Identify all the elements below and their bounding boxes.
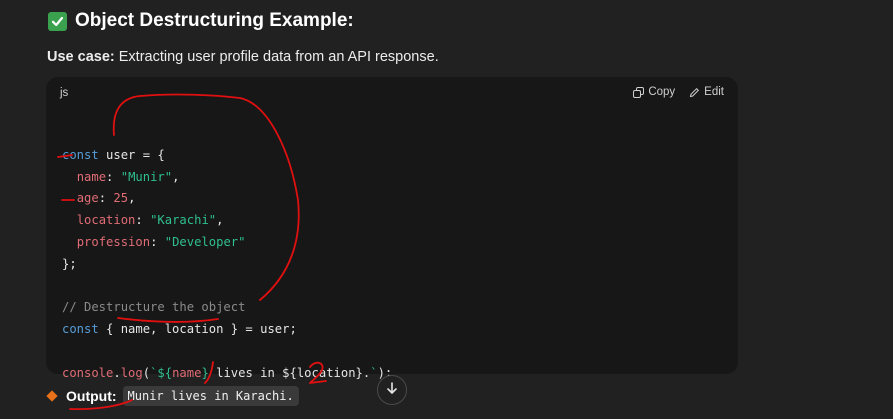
code-token: const: [62, 322, 99, 337]
code-line: profession: "Developer": [62, 232, 392, 254]
code-token: ,: [172, 169, 180, 184]
code-token: ,: [128, 191, 136, 206]
chat-response: Object Destructuring Example: Use case: …: [0, 0, 893, 419]
code-actions: Copy Edit: [633, 86, 724, 98]
code-line: location: "Karachi",: [62, 210, 392, 232]
output-label: Output:: [66, 388, 117, 404]
usecase-description: Extracting user profile data from an API…: [114, 49, 439, 65]
code-token: user = {: [98, 147, 165, 162]
code-token: .: [113, 365, 121, 380]
heading-title: Object Destructuring Example:: [75, 10, 354, 31]
code-token: age: [76, 191, 99, 206]
code-token: log: [120, 365, 143, 380]
code-token: };: [62, 256, 77, 271]
code-token: (: [142, 365, 151, 380]
code-line: // Destructure the object: [62, 297, 392, 319]
section-heading: Object Destructuring Example:: [48, 10, 354, 32]
code-token: "Munir": [120, 169, 173, 184]
code-token: "Developer": [164, 234, 246, 249]
code-token: :: [135, 213, 151, 228]
arrow-down-icon: [385, 381, 399, 400]
code-line: const user = {: [62, 145, 392, 167]
code-token: const: [62, 147, 99, 162]
edit-label: Edit: [704, 86, 724, 98]
code-token: "Karachi": [150, 213, 217, 228]
output-line: Output: Munir lives in Karachi.: [46, 386, 299, 406]
code-token: :: [106, 169, 121, 184]
copy-icon: [633, 86, 645, 98]
code-token: { name, location } = user;: [98, 322, 297, 337]
code-token: name: [76, 169, 107, 184]
code-line: name: "Munir",: [62, 167, 392, 189]
usecase-label: Use case:: [47, 49, 115, 65]
code-content: const user = { name: "Munir", age: 25, l…: [62, 123, 392, 385]
code-token: :: [98, 191, 114, 206]
code-token: name: [172, 365, 202, 380]
code-token: }: [201, 365, 209, 380]
code-token: ,: [216, 213, 224, 228]
code-line: };: [62, 254, 392, 276]
check-mark-icon: [48, 11, 67, 31]
code-token: location: [76, 213, 136, 228]
code-block: js Copy Edit const user = { name: "Munir…: [46, 77, 738, 380]
code-token: :: [150, 234, 165, 249]
code-token: // Destructure the object: [62, 300, 246, 315]
copy-button[interactable]: Copy: [633, 86, 675, 98]
orange-diamond-icon: [46, 390, 58, 402]
code-token: console: [62, 365, 114, 380]
copy-label: Copy: [648, 86, 676, 98]
edit-button[interactable]: Edit: [689, 86, 724, 98]
code-token: 25: [113, 191, 129, 206]
code-token: profession: [76, 234, 151, 249]
code-line: console.log(`${name} lives in ${location…: [62, 363, 392, 385]
output-value: Munir lives in Karachi.: [122, 386, 299, 406]
code-line: age: 25,: [62, 188, 392, 210]
code-line: const { name, location } = user;: [62, 319, 392, 341]
code-token: lives in ${location}.: [208, 365, 371, 380]
usecase-text: Use case: Extracting user profile data f…: [47, 49, 439, 65]
scroll-down-button[interactable]: [377, 375, 407, 405]
code-token: `: [370, 365, 378, 380]
code-language-label: js: [60, 87, 69, 99]
code-token: `${: [150, 365, 173, 380]
pencil-icon: [689, 87, 700, 98]
